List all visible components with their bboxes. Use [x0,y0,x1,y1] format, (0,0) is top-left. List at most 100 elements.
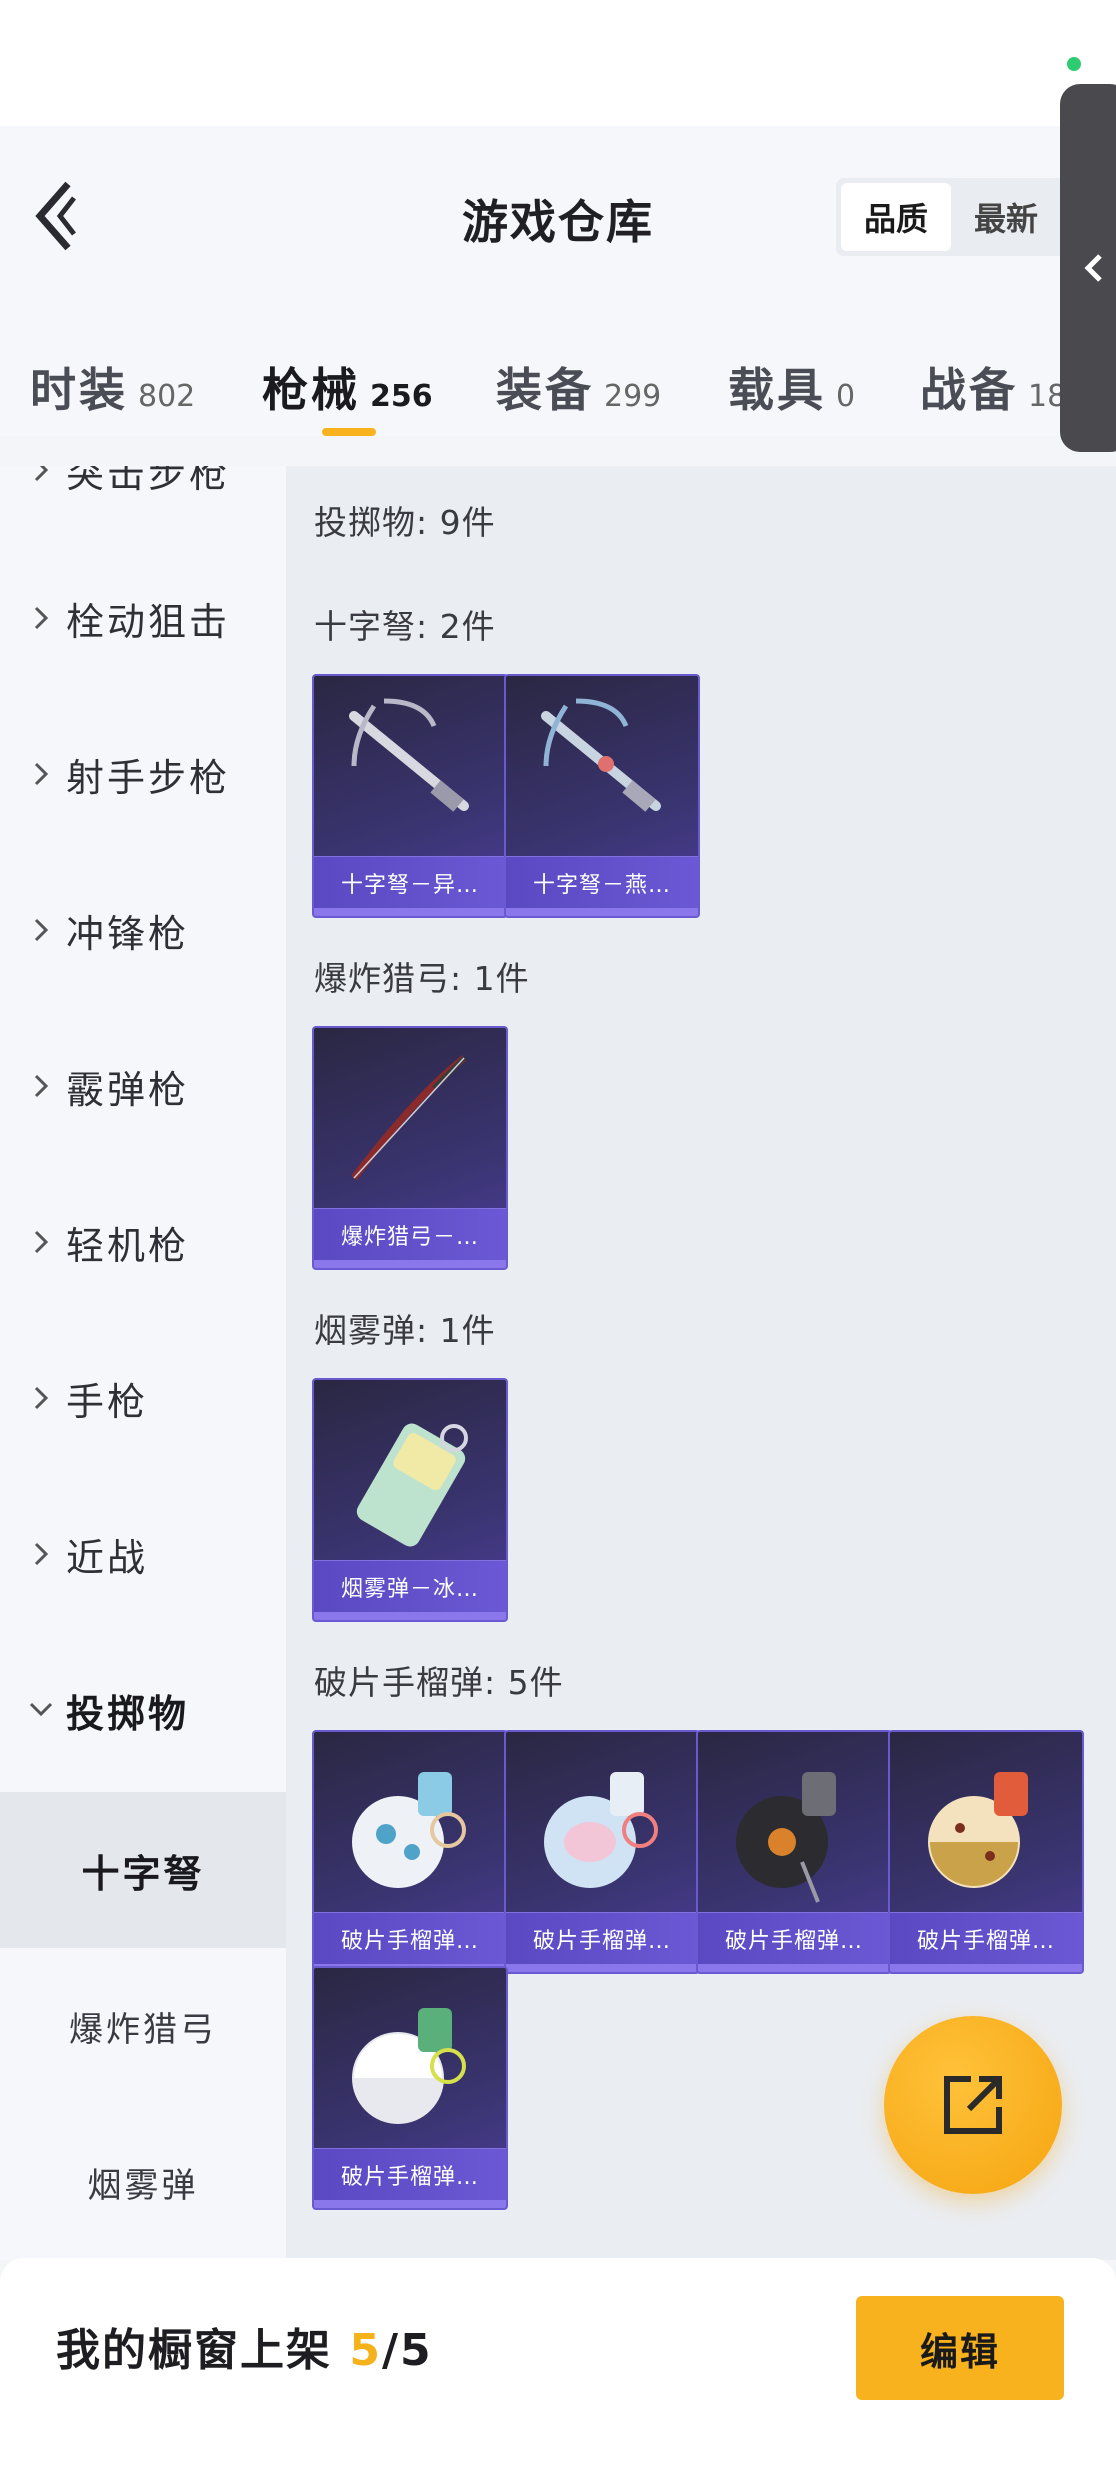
category-total-heading: 投掷物: 9件 [314,503,496,542]
section-heading-crossbow: 十字弩: 2件 [314,607,496,646]
showcase-label: 我的橱窗上架 [56,2325,332,2376]
sort-option-quality[interactable]: 品质 [841,183,951,251]
sidebar-item-label: 栓动狙击 [66,599,231,644]
sidebar-subitem-crossbow[interactable]: 十字弩 [0,1792,286,1948]
sidebar-subitem-smoke-grenade[interactable]: 烟雾弹 [0,2104,286,2260]
active-tab-indicator [322,428,376,436]
sort-option-newest[interactable]: 最新 [951,183,1061,251]
sidebar-item-label: 轻机枪 [66,1223,190,1268]
sidebar-item-smg[interactable]: 冲锋枪 [0,880,286,980]
chevron-right-icon [28,1073,54,1099]
item-card-label: 破片手榴弹… [698,1912,890,1964]
item-card-crossbow-2[interactable]: 十字弩－燕… [504,674,700,918]
sidebar-item-shotgun[interactable]: 霰弹枪 [0,1036,286,1136]
status-indicator-dot [1067,57,1081,71]
chevron-right-icon [28,466,54,483]
rarity-bar [506,1964,698,1972]
crossbow-icon [349,698,469,812]
item-card-frag-grenade-3[interactable]: 破片手榴弹… [696,1730,892,1974]
frag-grenade-icon [928,1772,1028,1888]
item-card-label: 爆炸猎弓－… [314,1208,506,1260]
item-card-frag-grenade-4[interactable]: 破片手榴弹… [888,1730,1084,1974]
item-card-label: 破片手榴弹… [890,1912,1082,1964]
tab-label: 装备 [496,363,594,417]
sidebar-item-lmg[interactable]: 轻机枪 [0,1192,286,1292]
smoke-grenade-icon [356,1423,468,1547]
sidebar-item-bolt-sniper[interactable]: 栓动狙击 [0,568,286,668]
sidebar-item-label: 冲锋枪 [66,911,190,956]
chevron-down-icon [28,1701,54,1719]
tab-supplies[interactable]: 战备 18 [920,354,1060,420]
tab-vehicles[interactable]: 载具 0 [728,354,855,420]
bow-icon [351,1055,467,1181]
sidebar-item-melee[interactable]: 近战 [0,1504,286,1604]
edit-button[interactable]: 编辑 [856,2296,1064,2400]
chevron-right-icon [28,761,54,787]
sidebar-item-label: 突击步枪 [66,466,231,496]
item-card-explosive-bow-1[interactable]: 爆炸猎弓－… [312,1026,508,1270]
rarity-bar [698,1964,890,1972]
share-fab-button[interactable] [884,2016,1062,2194]
rarity-bar [314,908,506,916]
section-heading-explosive-bow: 爆炸猎弓: 1件 [314,959,530,998]
status-bar [0,0,1116,126]
item-card-crossbow-1[interactable]: 十字弩－异… [312,674,508,918]
rarity-bar [314,2200,506,2208]
sidebar-item-label: 霰弹枪 [66,1067,190,1112]
section-heading-frag-grenade: 破片手榴弹: 5件 [314,1663,564,1702]
tab-firearms[interactable]: 枪械 256 [262,354,433,420]
sidebar-item-label: 投掷物 [66,1691,190,1736]
tab-count: 0 [836,379,856,414]
crossbow-icon [541,698,661,812]
chevron-right-icon [28,1541,54,1567]
item-card-label: 破片手榴弹… [314,2148,506,2200]
showcase-total: /5 [381,2325,433,2376]
item-card-frag-grenade-5[interactable]: 破片手榴弹… [312,1966,508,2210]
tab-label: 时装 [30,363,128,417]
sidebar-item-throwables[interactable]: 投掷物 [0,1660,286,1760]
subcategory-sidebar: 突击步枪 栓动狙击 射手步枪 冲锋枪 霰弹枪 轻机枪 手枪 近战 投掷物 十字弩… [0,466,286,2260]
item-card-label: 十字弩－燕… [506,856,698,908]
rarity-bar [314,1260,506,1268]
sidebar-subitem-explosive-bow[interactable]: 爆炸猎弓 [0,1948,286,2104]
chevron-right-icon [28,1385,54,1411]
tab-count: 256 [370,379,433,414]
chevron-right-icon [28,1229,54,1255]
rarity-bar [506,908,698,916]
warehouse-screen: 游戏仓库 品质 最新 时装 802 枪械 256 装备 299 载具 0 战备 … [0,0,1116,2484]
tab-label: 载具 [728,363,826,417]
collapse-panel-handle[interactable] [1060,84,1116,452]
tab-count: 18 [1028,379,1060,414]
tab-equipment[interactable]: 装备 299 [496,354,661,420]
item-card-label: 十字弩－异… [314,856,506,908]
sidebar-item-marksman-rifle[interactable]: 射手步枪 [0,724,286,824]
tab-label: 枪械 [262,363,360,417]
tab-fashion[interactable]: 时装 802 [30,354,195,420]
tab-count: 299 [604,379,662,414]
tab-count: 802 [138,379,196,414]
collapse-chevron-icon [1084,254,1102,282]
sidebar-item-label: 手枪 [66,1379,149,1424]
rarity-bar [314,1612,506,1620]
sidebar-item-label: 射手步枪 [66,755,231,800]
item-grid-panel: 投掷物: 9件 十字弩: 2件 十字弩－异… 十字弩－燕… 爆炸猎弓: 1件 爆… [286,466,1116,2260]
sidebar-item-assault-rifle[interactable]: 突击步枪 [0,466,286,520]
item-card-smoke-grenade-1[interactable]: 烟雾弹－冰… [312,1378,508,1622]
frag-grenade-icon [544,1772,658,1888]
chevron-right-icon [28,917,54,943]
chevron-right-icon [28,605,54,631]
category-tabs: 时装 802 枪械 256 装备 299 载具 0 战备 18 [0,340,1060,450]
sort-toggle: 品质 最新 [836,178,1076,256]
item-card-label: 破片手榴弹… [314,1912,506,1964]
section-heading-smoke-grenade: 烟雾弹: 1件 [314,1311,496,1350]
item-card-label: 破片手榴弹… [506,1912,698,1964]
showcase-status: 我的橱窗上架 5/5 [56,2314,433,2378]
sidebar-item-label: 近战 [66,1535,149,1580]
item-card-frag-grenade-1[interactable]: 破片手榴弹… [312,1730,508,1974]
sidebar-item-pistol[interactable]: 手枪 [0,1348,286,1448]
showcase-current-count: 5 [349,2325,382,2376]
frag-grenade-icon [352,1772,466,1888]
footer-bar: 我的橱窗上架 5/5 编辑 [0,2258,1116,2484]
item-card-frag-grenade-2[interactable]: 破片手榴弹… [504,1730,700,1974]
external-share-icon [944,2076,1002,2134]
